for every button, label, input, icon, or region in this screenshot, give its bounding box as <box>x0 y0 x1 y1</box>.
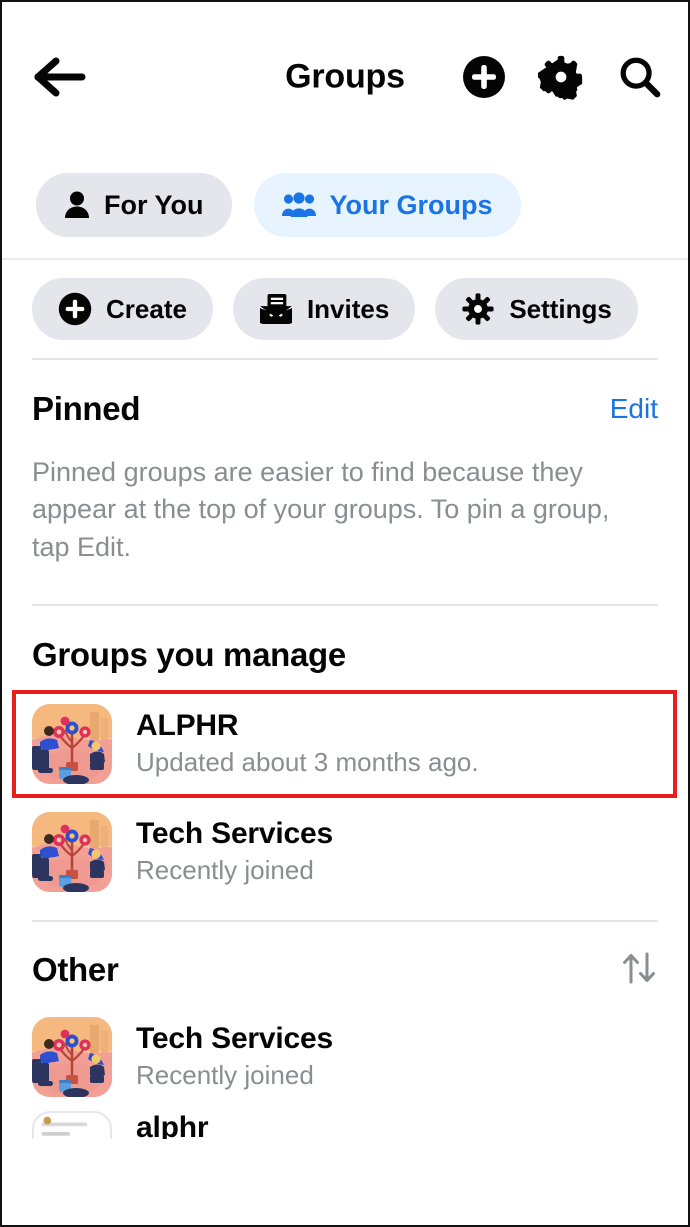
group-text-alphr: ALPHR Updated about 3 months ago. <box>136 709 479 778</box>
group-avatar-thumbnail <box>32 1110 112 1139</box>
group-avatar-icon <box>34 1112 110 1139</box>
group-avatar-icon <box>32 1016 112 1097</box>
group-row-alphr-partial[interactable]: alphr <box>2 1110 688 1139</box>
managed-group-alphr-wrapper: ALPHR Updated about 3 months ago. <box>2 689 688 798</box>
group-subtitle: Recently joined <box>136 1060 314 1091</box>
create-button-label: Create <box>106 293 187 324</box>
settings-chip-label: Settings <box>509 293 612 324</box>
pinned-title: Pinned <box>32 390 141 427</box>
gear-icon <box>538 55 583 100</box>
group-name: Tech Services <box>136 1022 333 1056</box>
pinned-description: Pinned groups are easier to find because… <box>32 457 610 562</box>
search-icon <box>620 57 661 98</box>
group-text-alphr-partial: alphr <box>136 1110 209 1139</box>
groups-screen: Groups For You Your Groups Create Invite… <box>0 0 690 1227</box>
tab-your-groups[interactable]: Your Groups <box>253 173 521 237</box>
sort-arrows-icon <box>623 952 655 984</box>
create-button[interactable]: Create <box>32 278 213 340</box>
group-name: Tech Services <box>136 817 333 851</box>
group-avatar-illustration <box>32 703 112 784</box>
group-subtitle: Updated about 3 months ago. <box>136 747 479 778</box>
group-name: ALPHR <box>136 709 239 743</box>
group-avatar-icon <box>32 703 112 784</box>
settings-button[interactable] <box>538 54 584 100</box>
app-header: Groups <box>2 2 688 152</box>
tab-for-you[interactable]: For You <box>36 173 232 237</box>
pinned-edit-link[interactable]: Edit <box>610 393 658 425</box>
other-section-header: Other <box>2 922 688 991</box>
group-avatar-illustration <box>32 811 112 892</box>
invites-button[interactable]: Invites <box>232 278 416 340</box>
group-avatar-icon <box>32 811 112 892</box>
person-icon <box>65 191 89 218</box>
group-avatar-illustration <box>32 1016 112 1097</box>
group-name: alphr <box>136 1110 209 1139</box>
group-row-alphr[interactable]: ALPHR Updated about 3 months ago. <box>2 690 688 798</box>
sort-button[interactable] <box>620 950 658 991</box>
people-group-icon <box>281 192 316 217</box>
group-subtitle: Recently joined <box>136 855 314 886</box>
group-row-tech-services-managed[interactable]: Tech Services Recently joined <box>2 798 688 906</box>
add-group-button[interactable] <box>462 55 506 99</box>
other-title: Other <box>32 951 119 989</box>
search-button[interactable] <box>616 54 662 100</box>
action-row: Create Invites Settings <box>2 260 688 358</box>
arrow-left-icon <box>34 57 86 97</box>
settings-chip-button[interactable]: Settings <box>435 278 638 340</box>
gear-icon <box>462 293 494 325</box>
group-text-tech-services-other: Tech Services Recently joined <box>136 1022 333 1091</box>
plus-circle-icon <box>58 292 92 326</box>
header-actions <box>462 54 662 100</box>
pinned-section-header: Pinned Edit <box>2 360 688 428</box>
managed-section-header: Groups you manage <box>2 606 688 674</box>
tab-your-groups-label: Your Groups <box>329 189 493 220</box>
group-text-tech-services: Tech Services Recently joined <box>136 817 333 886</box>
back-button[interactable] <box>32 46 94 108</box>
tab-row: For You Your Groups <box>2 152 688 260</box>
group-row-tech-services-other[interactable]: Tech Services Recently joined <box>2 1003 688 1111</box>
envelope-invite-icon <box>259 293 292 325</box>
invites-button-label: Invites <box>306 293 390 324</box>
managed-title: Groups you manage <box>32 635 346 673</box>
plus-circle-icon <box>463 56 505 98</box>
tab-for-you-label: For You <box>104 189 204 220</box>
